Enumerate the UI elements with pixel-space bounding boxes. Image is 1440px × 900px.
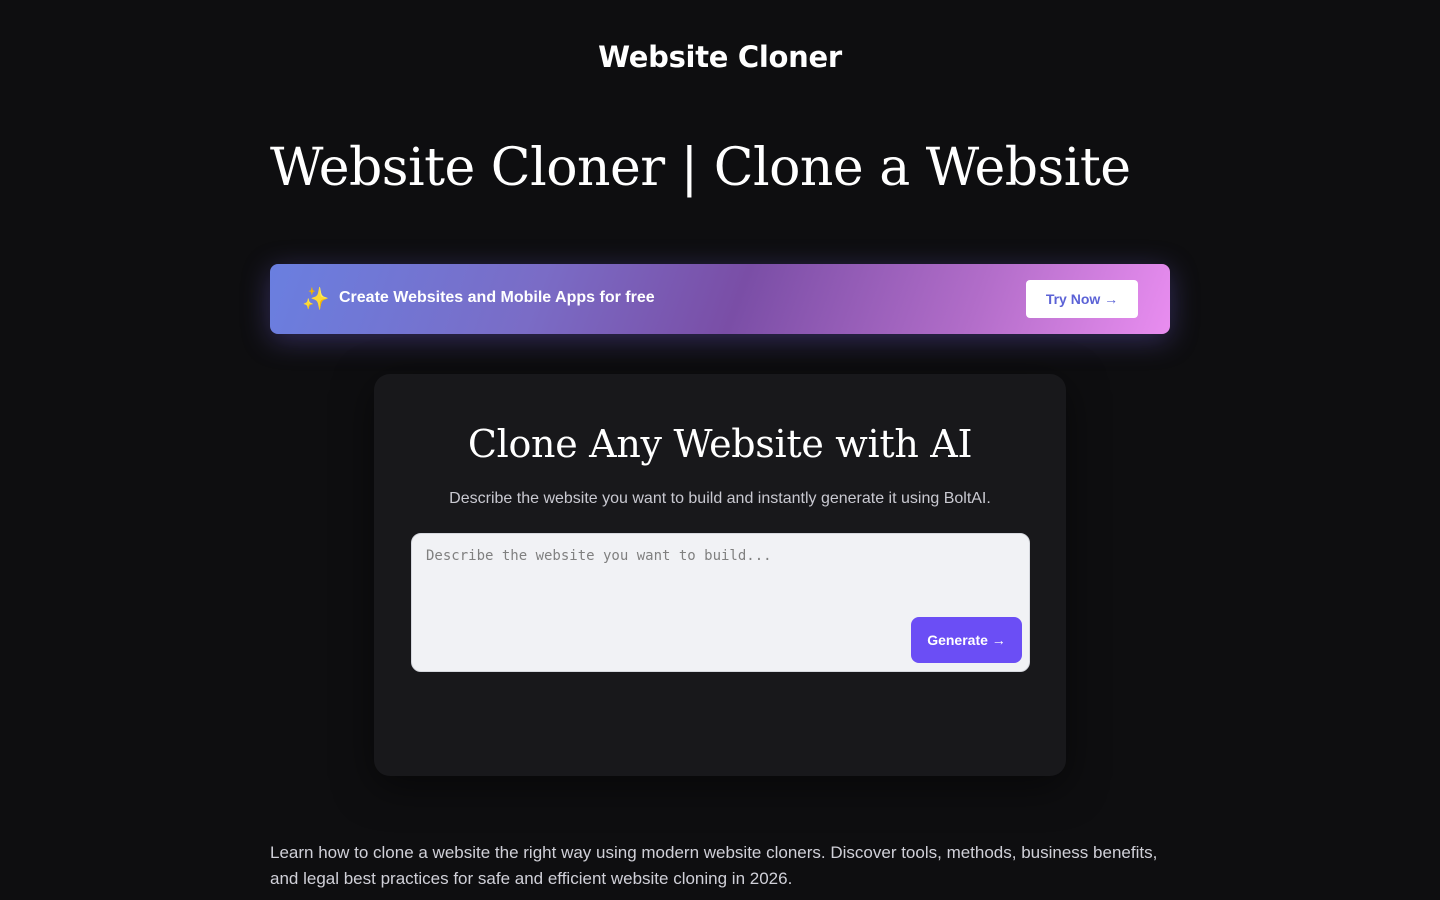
- clone-card: Clone Any Website with AI Describe the w…: [374, 374, 1066, 776]
- website-description-input[interactable]: [420, 542, 1020, 612]
- page-title: Website Cloner | Clone a Website: [270, 138, 1131, 198]
- promo-banner[interactable]: ✨ Create Websites and Mobile Apps for fr…: [270, 264, 1170, 334]
- intro-paragraph: Learn how to clone a website the right w…: [270, 843, 1158, 888]
- prompt-box: Generate →: [411, 533, 1030, 672]
- clone-card-title: Clone Any Website with AI: [467, 422, 973, 466]
- site-title[interactable]: Website Cloner: [0, 40, 1440, 74]
- sparkles-icon: ✨: [302, 286, 330, 311]
- generate-button[interactable]: Generate →: [911, 617, 1022, 663]
- clone-card-subtitle: Describe the website you want to build a…: [449, 490, 991, 507]
- site-header: Website Cloner: [0, 40, 1440, 74]
- try-now-button[interactable]: Try Now →: [1026, 280, 1138, 318]
- promo-text: Create Websites and Mobile Apps for free: [339, 289, 655, 306]
